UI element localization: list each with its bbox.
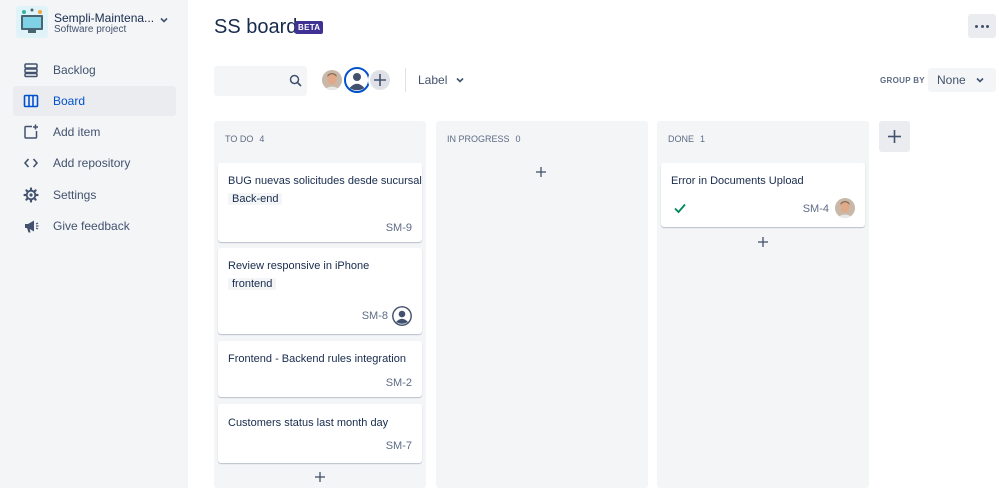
group-by-select[interactable]: None — [928, 68, 996, 92]
add-card-plus-icon[interactable] — [534, 165, 548, 179]
column-header: TO DO 4 — [225, 134, 264, 144]
add-column-button[interactable] — [879, 121, 910, 152]
plus-icon — [374, 74, 386, 86]
column-done: DONE 1 Error in Documents Upload SM-4 — [657, 121, 869, 488]
column-count: 1 — [700, 134, 706, 144]
page-title: SS board — [214, 16, 298, 38]
sidebar-item-settings[interactable]: Settings — [13, 180, 176, 210]
user-avatar-default[interactable] — [344, 67, 370, 93]
column-name: TO DO — [225, 134, 254, 144]
sidebar-item-add-repository[interactable]: Add repository — [13, 148, 176, 178]
sidebar-item-label: Add repository — [53, 156, 131, 170]
column-count: 0 — [515, 134, 521, 144]
chevron-down-icon — [456, 77, 464, 83]
label-filter-dropdown[interactable]: Label — [405, 68, 464, 92]
project-switcher[interactable]: Sempli-Maintena... Software project — [16, 6, 176, 40]
dot-icon — [975, 25, 978, 28]
dot-icon — [986, 25, 989, 28]
sidebar-item-label: Add item — [53, 125, 101, 139]
search-icon — [289, 74, 302, 87]
user-avatar-icon — [346, 69, 368, 91]
card-title: BUG nuevas solicitudes desde sucursal — [228, 175, 422, 187]
assignee-avatar[interactable] — [835, 198, 855, 218]
person-photo-icon — [322, 70, 342, 90]
card-label[interactable]: frontend — [228, 278, 277, 290]
issue-card[interactable]: Review responsive in iPhone frontend SM-… — [218, 248, 422, 334]
sidebar-item-board[interactable]: Board — [13, 86, 176, 116]
label-filter-text: Label — [418, 73, 448, 87]
card-label[interactable]: Back-end — [228, 193, 283, 205]
column-header: DONE 1 — [668, 134, 705, 144]
board-icon — [23, 94, 39, 108]
card-title: Customers status last month day — [228, 417, 389, 429]
project-avatar-icon — [16, 6, 48, 38]
issue-card[interactable]: Frontend - Backend rules integration SM-… — [218, 341, 422, 397]
project-name: Sempli-Maintena... — [54, 11, 155, 25]
dot-icon — [980, 25, 984, 28]
add-people-button[interactable] — [368, 68, 392, 92]
sidebar: Sempli-Maintena... Software project Back… — [0, 0, 188, 488]
user-avatar-icon — [392, 306, 412, 326]
issue-card[interactable]: BUG nuevas solicitudes desde sucursal Ba… — [218, 163, 422, 242]
gear-icon — [23, 187, 39, 203]
card-key[interactable]: SM-4 — [803, 203, 829, 215]
card-title: Error in Documents Upload — [671, 175, 804, 187]
column-todo: TO DO 4 BUG nuevas solicitudes desde sucu… — [214, 121, 426, 488]
issue-card[interactable]: Customers status last month day SM-7 — [218, 404, 422, 463]
chevron-down-icon — [976, 77, 984, 83]
add-card-plus-icon[interactable] — [756, 235, 770, 249]
add-item-icon — [24, 124, 38, 139]
card-key[interactable]: SM-7 — [386, 440, 412, 452]
search-input[interactable] — [214, 66, 307, 96]
chevron-down-icon — [160, 17, 168, 23]
plus-icon — [888, 130, 901, 143]
board-app: Sempli-Maintena... Software project Back… — [0, 0, 999, 488]
sidebar-item-feedback[interactable]: Give feedback — [13, 211, 176, 241]
card-title: Frontend - Backend rules integration — [228, 353, 406, 365]
group-by-value: None — [937, 73, 966, 87]
card-key[interactable]: SM-9 — [386, 222, 412, 234]
project-type: Software project — [54, 24, 127, 35]
code-icon — [23, 158, 39, 168]
beta-badge: BETA — [295, 21, 324, 34]
assignee-avatar[interactable] — [392, 306, 412, 326]
column-name: DONE — [668, 134, 695, 144]
sidebar-item-label: Backlog — [53, 63, 96, 77]
column-header: IN PROGRESS 0 — [447, 134, 521, 144]
card-key[interactable]: SM-8 — [362, 310, 388, 322]
user-avatar-photo[interactable] — [320, 68, 344, 92]
more-actions-button[interactable] — [968, 14, 996, 38]
done-check-icon — [674, 203, 686, 214]
issue-card[interactable]: Error in Documents Upload SM-4 — [661, 163, 865, 227]
sidebar-item-label: Board — [53, 94, 86, 108]
add-card-plus-icon[interactable] — [313, 470, 327, 484]
sidebar-item-add-item[interactable]: Add item — [13, 117, 176, 147]
person-photo-icon — [835, 198, 855, 218]
sidebar-item-label: Settings — [53, 188, 97, 202]
megaphone-icon — [25, 220, 39, 233]
column-count: 4 — [259, 134, 265, 144]
card-key[interactable]: SM-2 — [386, 377, 412, 389]
column-name: IN PROGRESS — [447, 134, 510, 144]
backlog-icon — [24, 63, 38, 78]
card-title: Review responsive in iPhone — [228, 260, 370, 272]
group-by-label: GROUP BY — [880, 76, 925, 85]
sidebar-item-label: Give feedback — [53, 219, 130, 233]
sidebar-item-backlog[interactable]: Backlog — [13, 55, 176, 85]
column-in-progress: IN PROGRESS 0 — [436, 121, 648, 488]
